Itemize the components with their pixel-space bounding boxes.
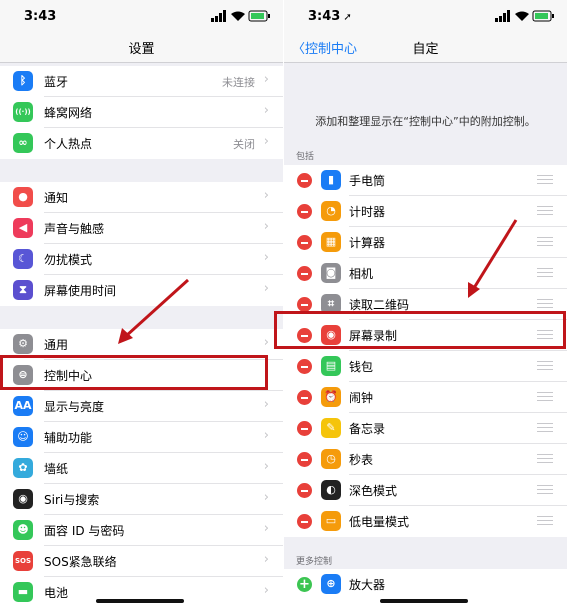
annotation-arrows <box>118 219 518 344</box>
arrow-to-control-center <box>124 278 190 338</box>
arrowhead-right <box>468 282 480 298</box>
arrow-to-screen-recording <box>472 219 518 289</box>
